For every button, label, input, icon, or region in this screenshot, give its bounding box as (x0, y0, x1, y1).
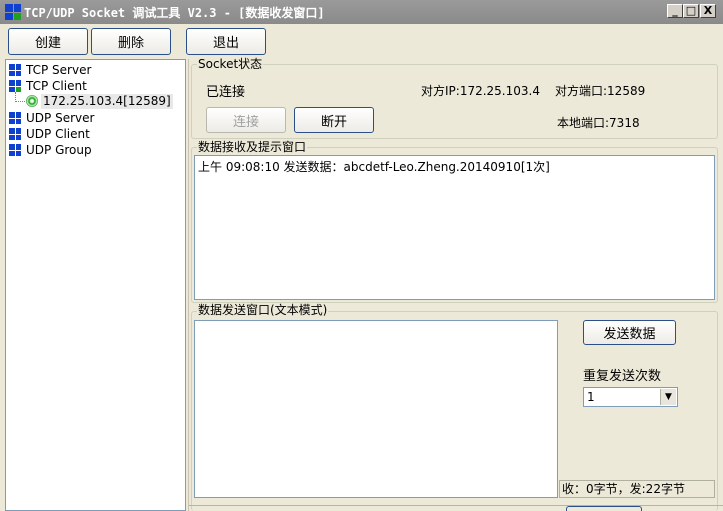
send-legend: 数据发送窗口(文本模式) (197, 303, 329, 317)
connected-status-icon (26, 95, 38, 107)
receive-log-line: 上午 09:08:10 发送数据：abcdetf-Leo.Zheng.20140… (198, 160, 550, 174)
local-port-text: 本地端口:7318 (557, 116, 640, 130)
repeat-count-select[interactable]: 1 ▼ (583, 387, 678, 407)
tree-item-label: 172.25.103.4[12589] (41, 94, 173, 109)
tree-item-label: UDP Group (26, 143, 92, 157)
network-grid-icon (9, 64, 21, 76)
connection-status-text: 已连接 (206, 85, 246, 100)
network-grid-icon (9, 144, 21, 156)
tree-item-label: UDP Server (26, 111, 95, 125)
receive-legend: 数据接收及提示窗口 (197, 140, 308, 154)
receive-log-area[interactable]: 上午 09:08:10 发送数据：abcdetf-Leo.Zheng.20140… (194, 155, 715, 300)
tree-item-label: TCP Client (26, 79, 87, 93)
app-icon (5, 4, 21, 20)
tree-item-label: UDP Client (26, 127, 90, 141)
repeat-count-label: 重复发送次数 (583, 369, 662, 384)
send-text-input[interactable] (194, 320, 558, 498)
partial-button[interactable] (566, 506, 642, 511)
delete-button[interactable]: 删除 (91, 28, 171, 55)
network-grid-icon (9, 80, 21, 92)
remote-ip-text: 对方IP:172.25.103.4 (421, 84, 540, 98)
tree-item-label: TCP Server (26, 63, 92, 77)
socket-status-legend: Socket状态 (197, 57, 264, 71)
send-data-button[interactable]: 发送数据 (583, 320, 676, 345)
byte-count-status: 收：0字节，发:22字节 (559, 480, 715, 498)
network-grid-icon (9, 112, 21, 124)
window-title: TCP/UDP Socket 调试工具 V2.3 - [数据收发窗口] (24, 6, 325, 20)
title-bar[interactable]: TCP/UDP Socket 调试工具 V2.3 - [数据收发窗口] _ □ … (0, 0, 723, 24)
minimize-button[interactable]: _ (667, 4, 683, 18)
disconnect-button[interactable]: 断开 (294, 107, 374, 133)
exit-button[interactable]: 退出 (186, 28, 266, 55)
connect-button[interactable]: 连接 (206, 107, 286, 133)
create-button[interactable]: 创建 (8, 28, 88, 55)
remote-port-text: 对方端口:12589 (555, 84, 646, 98)
repeat-count-value: 1 (587, 390, 595, 404)
network-grid-icon (9, 128, 21, 140)
bottom-divider (189, 505, 723, 506)
connection-tree[interactable]: TCP Server TCP Client 172.25.103.4[12589… (5, 59, 186, 511)
tree-connector (15, 101, 25, 103)
close-button[interactable]: X (700, 4, 716, 18)
pane-splitter[interactable] (188, 59, 189, 511)
chevron-down-icon[interactable]: ▼ (660, 389, 676, 405)
maximize-button[interactable]: □ (683, 4, 699, 18)
